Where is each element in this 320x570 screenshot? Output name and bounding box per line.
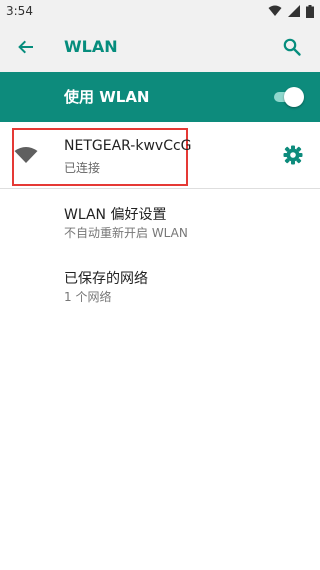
- back-arrow-icon: [18, 40, 33, 54]
- wlan-preferences-title: WLAN 偏好设置: [64, 207, 167, 223]
- status-bar: 3:54: [0, 0, 320, 22]
- battery-icon: [306, 4, 314, 18]
- status-icons: [268, 4, 314, 18]
- network-item[interactable]: NETGEAR-kwvCcG 已连接: [0, 122, 320, 189]
- wlan-preferences-subtitle: 不自动重新开启 WLAN: [64, 226, 188, 240]
- wlan-toggle[interactable]: [272, 85, 304, 109]
- back-button[interactable]: [6, 27, 46, 67]
- network-settings-button[interactable]: [282, 144, 304, 166]
- network-status: 已连接: [64, 161, 101, 175]
- wlan-preferences-item[interactable]: WLAN 偏好设置 不自动重新开启 WLAN: [0, 198, 320, 254]
- saved-networks-subtitle: 1 个网络: [64, 290, 112, 304]
- highlight-box: [12, 128, 188, 186]
- wlan-switch-label: 使用 WLAN: [64, 88, 150, 106]
- wlan-master-switch-row[interactable]: 使用 WLAN: [0, 72, 320, 122]
- search-icon: [283, 38, 301, 56]
- toggle-thumb: [284, 87, 304, 107]
- status-time: 3:54: [6, 4, 33, 18]
- page-title: WLAN: [64, 37, 118, 56]
- saved-networks-item[interactable]: 已保存的网络 1 个网络: [0, 262, 320, 318]
- app-bar: WLAN: [0, 22, 320, 72]
- wifi-signal-icon: [14, 147, 38, 163]
- gear-icon: [283, 145, 303, 165]
- wifi-icon: [268, 5, 282, 16]
- network-name: NETGEAR-kwvCcG: [64, 138, 192, 154]
- search-button[interactable]: [272, 27, 312, 67]
- saved-networks-title: 已保存的网络: [64, 271, 148, 287]
- signal-icon: [288, 5, 300, 17]
